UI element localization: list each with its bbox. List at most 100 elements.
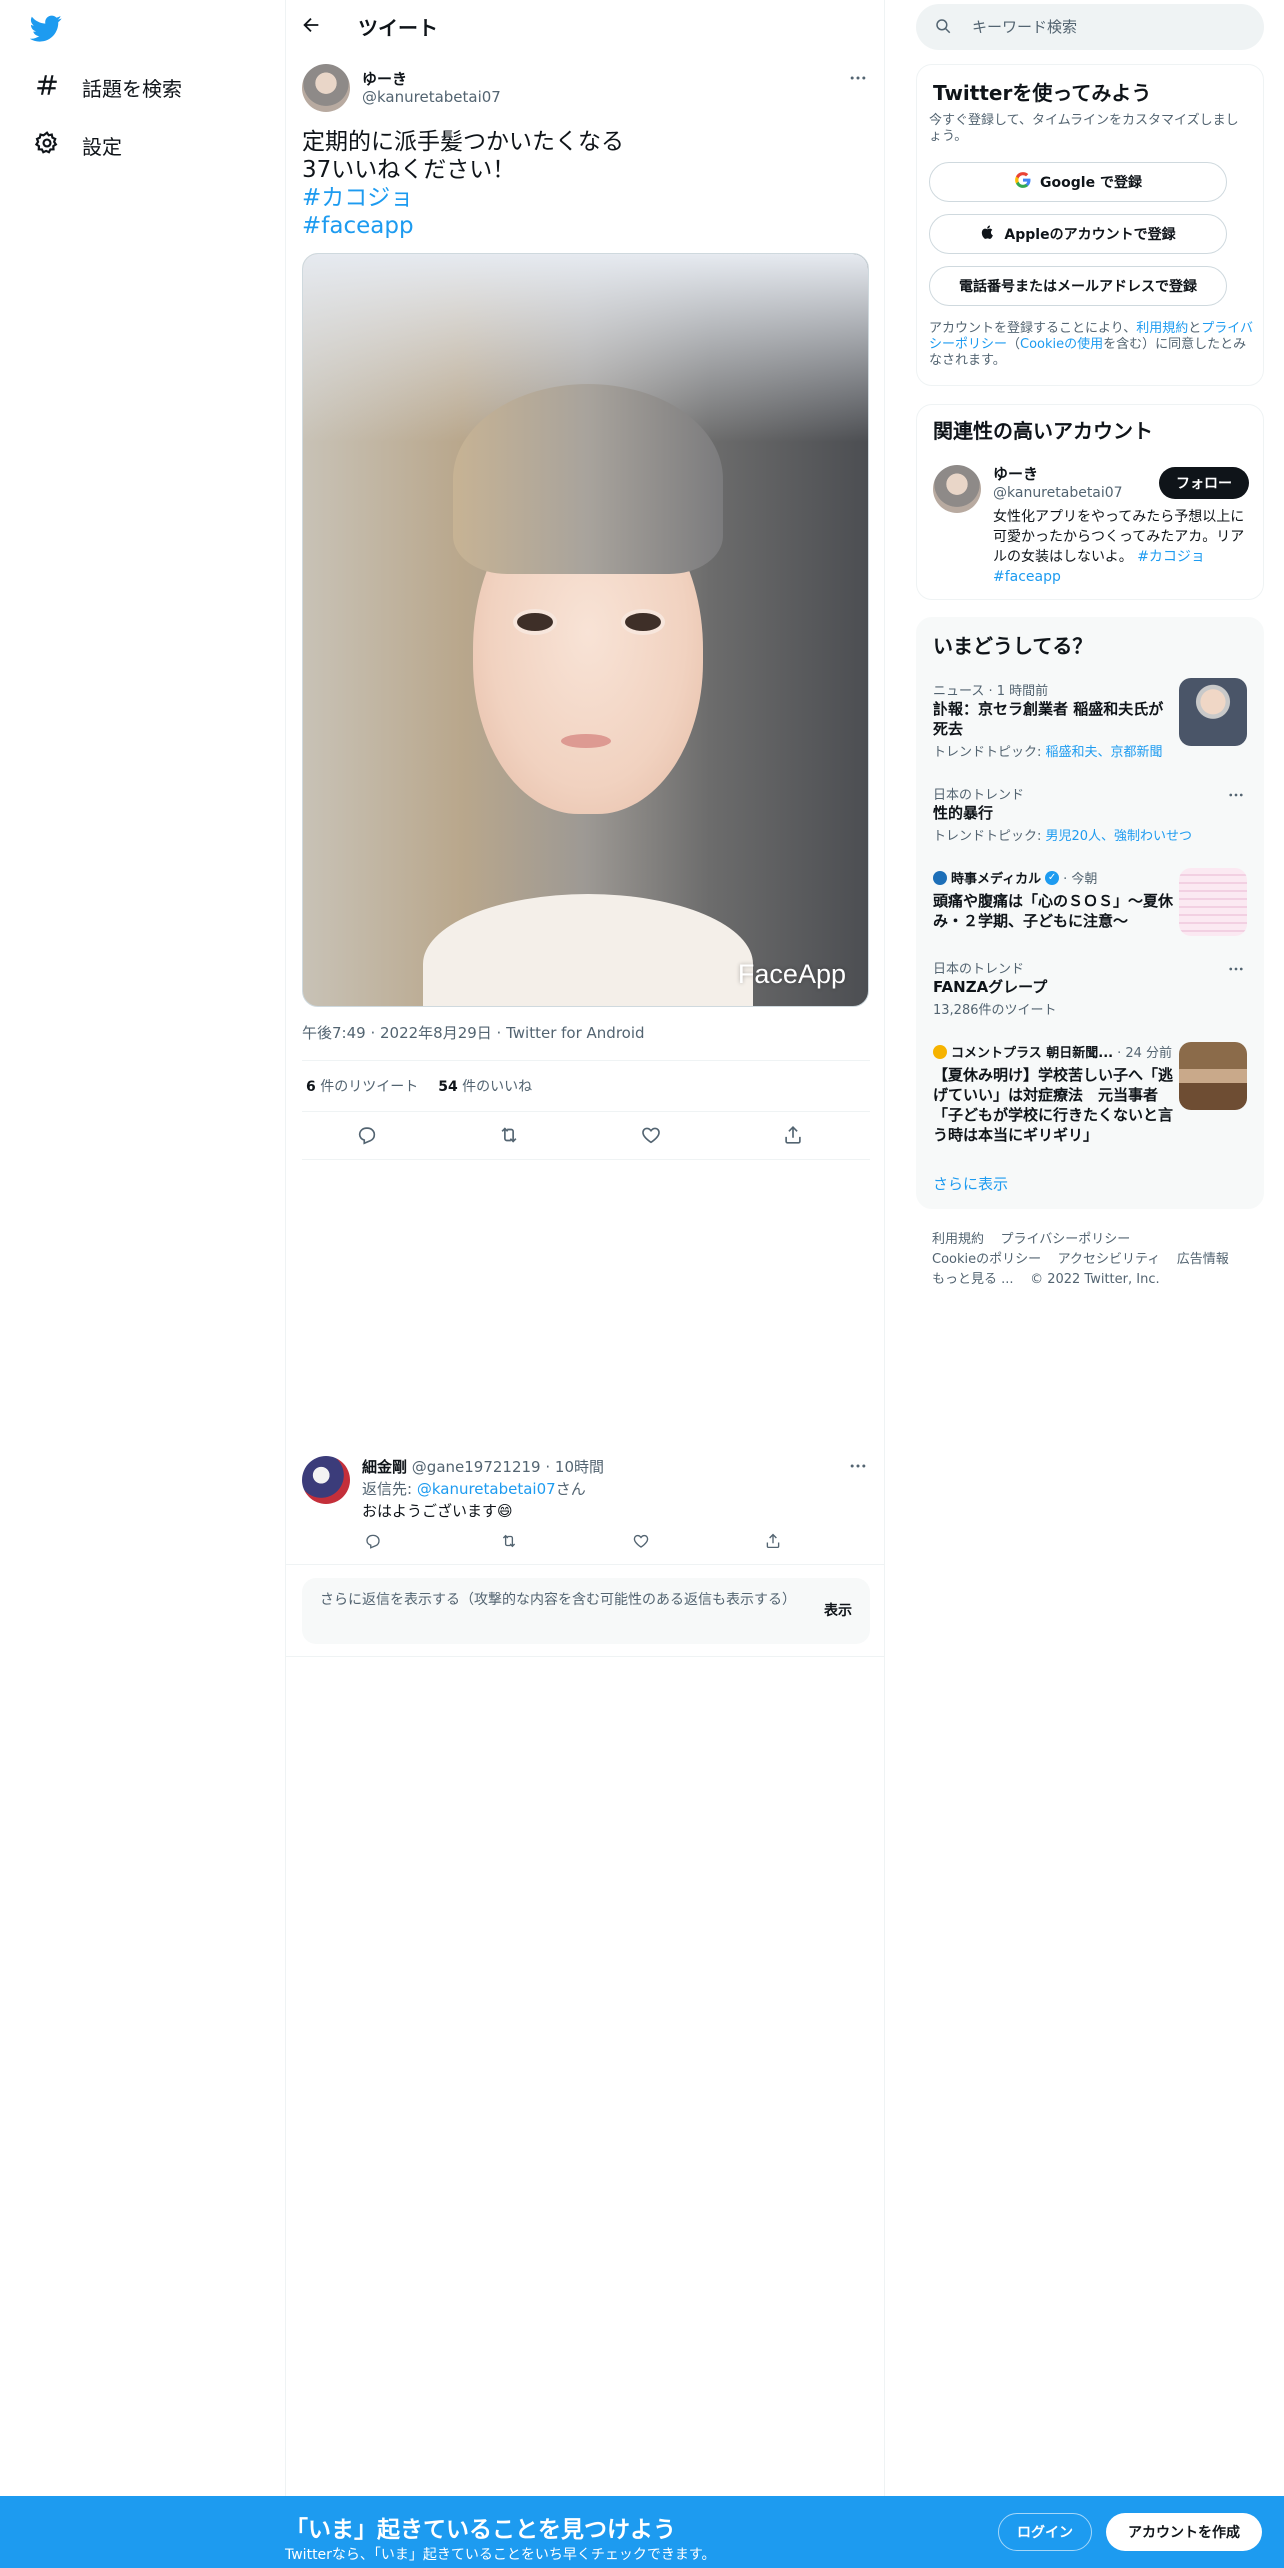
trend-thumbnail[interactable] bbox=[1179, 678, 1247, 746]
back-arrow-icon[interactable] bbox=[300, 14, 324, 38]
tweet-stats: 6 件のリツイート 54 件のいいね bbox=[302, 1060, 870, 1112]
follow-button[interactable]: フォロー bbox=[1159, 467, 1249, 499]
nav-settings[interactable]: 設定 bbox=[34, 120, 122, 170]
create-account-button[interactable]: アカウントを作成 bbox=[1106, 2513, 1262, 2551]
avatar[interactable] bbox=[933, 465, 981, 513]
trend-item[interactable]: 日本のトレンド 性的暴行 トレンドトピック: 男児20人、強制わいせつ bbox=[933, 784, 1249, 844]
tweet-author: ゆーき @kanuretabetai07 bbox=[302, 64, 870, 114]
retweet-stat[interactable]: 6 件のリツイート bbox=[306, 1076, 418, 1096]
nav-explore-label: 話題を検索 bbox=[82, 76, 182, 101]
share-icon[interactable] bbox=[782, 1124, 804, 1146]
verified-icon: ✓ bbox=[1045, 870, 1060, 885]
more-options-icon[interactable] bbox=[1227, 960, 1247, 980]
tweet-line: 37いいねください！ bbox=[302, 157, 516, 183]
gear-icon bbox=[34, 130, 60, 161]
google-signup-button[interactable]: Google で登録 bbox=[929, 162, 1227, 202]
trend-item[interactable]: 日本のトレンド FANZAグレープ 13,286件のツイート bbox=[933, 958, 1249, 1018]
related-accounts-card: 関連性の高いアカウント ゆーき @kanuretabetai07 フォロー 女性… bbox=[916, 404, 1264, 600]
related-card-title: 関連性の高いアカウント bbox=[933, 419, 1153, 443]
signup-card: Twitterを使ってみよう 今すぐ登録して、タイムラインをカスタマイズしましょ… bbox=[916, 64, 1264, 386]
reply-author-name[interactable]: 細金剛 bbox=[362, 1458, 407, 1476]
google-icon bbox=[1014, 171, 1032, 193]
reply-text: おはようございます😄 bbox=[362, 1502, 513, 1520]
signup-card-subtitle: 今すぐ登録して、タイムラインをカスタマイズしましょう。 bbox=[929, 113, 1239, 144]
retweet-icon[interactable] bbox=[500, 1532, 518, 1550]
banner-subtitle: Twitterなら、「いま」起きていることをいち早くチェックできます。 bbox=[285, 2547, 716, 2563]
search-bar[interactable] bbox=[916, 4, 1264, 50]
reply-header: 細金剛 @gane19721219 · 10時間 bbox=[362, 1456, 604, 1477]
author-name[interactable]: ゆーき bbox=[362, 68, 407, 89]
cookie-link[interactable]: Cookieの使用 bbox=[1020, 337, 1103, 352]
tweet-timestamp[interactable]: 午後7:49 · 2022年8月29日 · Twitter for Androi… bbox=[302, 1022, 645, 1043]
reply-to-link[interactable]: @kanuretabetai07 bbox=[417, 1480, 556, 1498]
related-handle[interactable]: @kanuretabetai07 bbox=[993, 485, 1123, 501]
signup-card-title: Twitterを使ってみよう bbox=[933, 81, 1152, 105]
reply-author-handle[interactable]: @gane19721219 bbox=[412, 1458, 541, 1476]
hashtag-link[interactable]: #カコジョ bbox=[302, 184, 870, 212]
show-more-replies-button[interactable]: 表示 bbox=[824, 1600, 852, 1620]
apple-signup-button[interactable]: Appleのアカウントで登録 bbox=[929, 214, 1227, 254]
hashtag-link[interactable]: #カコジョ bbox=[1137, 549, 1205, 565]
more-options-icon[interactable] bbox=[1227, 786, 1247, 806]
source-logo-icon bbox=[933, 1044, 947, 1059]
more-options-icon[interactable] bbox=[848, 68, 870, 90]
tweet-text: 定期的に派手髪つかいたくなる 37いいねください！ #カコジョ #faceapp bbox=[302, 128, 870, 240]
tweet-actions bbox=[302, 1112, 870, 1160]
source-logo-icon bbox=[933, 870, 947, 885]
banner-title: 「いま」起きていることを見つけよう bbox=[285, 2517, 676, 2543]
search-input[interactable] bbox=[972, 12, 1252, 42]
show-more-replies-text: さらに返信を表示する（攻撃的な内容を含む可能性のある返信も表示する） bbox=[320, 1592, 796, 1608]
trends-card-title: いまどうしてる？ bbox=[933, 634, 1093, 658]
hashtag-icon bbox=[34, 72, 60, 103]
like-icon[interactable] bbox=[640, 1124, 662, 1146]
share-icon[interactable] bbox=[764, 1532, 782, 1550]
reply-icon[interactable] bbox=[356, 1124, 378, 1146]
reply-to-line: 返信先: @kanuretabetai07さん bbox=[362, 1480, 586, 1498]
reply-time[interactable]: · 10時間 bbox=[545, 1458, 604, 1476]
trends-card: いまどうしてる？ ニュース · 1 時間前 訃報：京セラ創業者 稲盛和夫氏が死去… bbox=[916, 617, 1264, 1209]
trend-thumbnail[interactable] bbox=[1179, 868, 1247, 936]
retweet-icon[interactable] bbox=[498, 1124, 520, 1146]
author-handle[interactable]: @kanuretabetai07 bbox=[362, 88, 501, 106]
twitter-bird-icon[interactable] bbox=[29, 12, 66, 44]
reply-icon[interactable] bbox=[364, 1532, 382, 1550]
page-title: ツイート bbox=[358, 16, 438, 40]
like-icon[interactable] bbox=[632, 1532, 650, 1550]
related-bio: 女性化アプリをやってみたら予想以上に可愛かったからつくってみたアカ。リアルの女装… bbox=[993, 509, 1245, 585]
like-stat[interactable]: 54 件のいいね bbox=[438, 1076, 532, 1096]
apple-icon bbox=[980, 224, 996, 244]
hashtag-link[interactable]: #faceapp bbox=[993, 569, 1061, 585]
show-more-trends-link[interactable]: さらに表示 bbox=[933, 1173, 1008, 1194]
tweet-line: 定期的に派手髪つかいたくなる bbox=[302, 129, 624, 155]
terms-link[interactable]: 利用規約 bbox=[1136, 321, 1188, 336]
nav-explore[interactable]: 話題を検索 bbox=[34, 62, 182, 112]
footer-more-link[interactable]: もっと見る ... bbox=[932, 1272, 1014, 1287]
avatar[interactable] bbox=[302, 64, 350, 112]
copyright: © 2022 Twitter, Inc. bbox=[1030, 1272, 1160, 1287]
footer-link[interactable]: Cookieのポリシー bbox=[932, 1252, 1041, 1267]
phone-email-signup-button[interactable]: 電話番号またはメールアドレスで登録 bbox=[929, 266, 1227, 306]
footer-link[interactable]: プライバシーポリシー bbox=[1001, 1232, 1131, 1247]
footer-link[interactable]: 利用規約 bbox=[932, 1232, 984, 1247]
reply-tweet[interactable]: 細金剛 @gane19721219 · 10時間 返信先: @kanuretab… bbox=[302, 1450, 870, 1560]
faceapp-watermark: FaceApp bbox=[737, 959, 846, 989]
nav-settings-label: 設定 bbox=[82, 134, 122, 159]
hashtag-link[interactable]: #faceapp bbox=[302, 212, 870, 240]
footer-links: 利用規約 プライバシーポリシー bbox=[932, 1228, 1130, 1247]
related-name[interactable]: ゆーき bbox=[993, 463, 1038, 484]
tweet-photo[interactable]: FaceApp bbox=[302, 253, 869, 1007]
footer-links: もっと見る ... © 2022 Twitter, Inc. bbox=[932, 1268, 1160, 1287]
footer-link[interactable]: 広告情報 bbox=[1177, 1252, 1229, 1267]
left-nav: 話題を検索 設定 bbox=[0, 0, 285, 2496]
photo-hair bbox=[453, 384, 723, 574]
footer-link[interactable]: アクセシビリティ bbox=[1058, 1252, 1161, 1267]
show-more-replies[interactable]: さらに返信を表示する（攻撃的な内容を含む可能性のある返信も表示する） 表示 bbox=[302, 1578, 870, 1644]
login-button[interactable]: ログイン bbox=[998, 2513, 1092, 2551]
trend-thumbnail[interactable] bbox=[1179, 1042, 1247, 1110]
tweet-header: ツイート bbox=[286, 0, 884, 53]
more-options-icon[interactable] bbox=[848, 1456, 870, 1478]
avatar[interactable] bbox=[302, 1456, 350, 1504]
search-icon bbox=[934, 17, 954, 37]
signup-legal: アカウントを登録することにより、利用規約とプライバシーポリシー（Cookieの使… bbox=[929, 321, 1254, 368]
main-column: ツイート ゆーき @kanuretabetai07 定期的に派手髪つかいたくなる… bbox=[285, 0, 885, 2496]
